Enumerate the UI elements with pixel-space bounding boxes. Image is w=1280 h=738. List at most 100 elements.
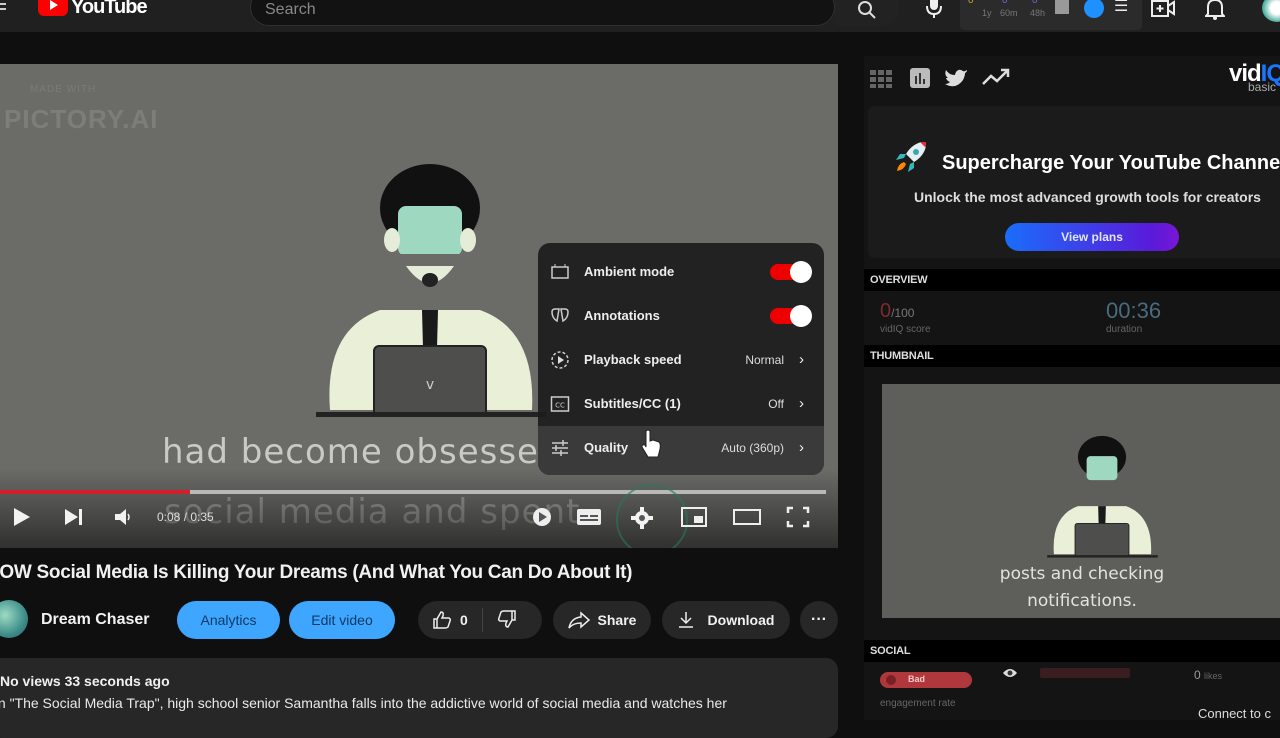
stat-48h-label: 48h <box>1030 8 1046 18</box>
vidiq-panel: vidIQ basic Supercharge Your YouTube Cha… <box>864 56 1280 721</box>
stat-60m-value: 0 <box>1002 0 1008 6</box>
play-button[interactable] <box>12 506 32 533</box>
hand-cursor-icon <box>641 429 661 458</box>
quality-icon <box>552 440 568 456</box>
list-icon[interactable]: ☰ <box>1114 0 1128 16</box>
view-plans-button[interactable]: View plans <box>1005 223 1179 251</box>
account-avatar[interactable] <box>1262 0 1280 22</box>
menu-item-label: Annotations <box>584 308 660 323</box>
like-count: 0 <box>460 612 468 628</box>
duration-label: duration <box>1106 324 1143 335</box>
chevron-right-icon: › <box>799 395 804 412</box>
connect-link[interactable]: Connect to c <box>1198 706 1271 721</box>
video-description: In "The Social Media Trap", high school … <box>0 695 727 711</box>
svg-text:v: v <box>426 377 434 393</box>
menu-item-playback-speed[interactable]: Playback speed Normal › <box>538 338 824 382</box>
trending-icon[interactable] <box>982 68 1010 86</box>
eye-icon <box>1003 669 1017 677</box>
download-icon <box>678 612 693 628</box>
click-ripple <box>616 484 688 548</box>
more-icon: ··· <box>811 611 827 628</box>
settings-menu: Ambient mode Annotations Playback speed … <box>538 243 824 475</box>
fullscreen-button[interactable] <box>786 506 810 533</box>
watermark-small: MADE WITH <box>30 84 97 95</box>
menu-item-ambient-mode[interactable]: Ambient mode <box>538 250 824 294</box>
thumbnail-illustration <box>1047 435 1158 558</box>
stats-icon[interactable] <box>910 68 930 88</box>
menu-item-label: Subtitles/CC (1) <box>584 396 681 411</box>
search-icon <box>858 1 876 19</box>
video-subtitle-line1: had become obsesse <box>162 432 539 472</box>
download-button[interactable]: Download <box>662 601 790 639</box>
chevron-right-icon: › <box>799 439 804 456</box>
dislike-button[interactable] <box>497 609 517 632</box>
menu-item-label: Playback speed <box>584 352 682 367</box>
redacted-stat <box>1040 668 1130 678</box>
channel-name[interactable]: Dream Chaser <box>41 611 150 629</box>
download-label: Download <box>707 612 775 628</box>
grid-icon[interactable] <box>870 70 892 88</box>
score-label: vidIQ score <box>880 324 931 335</box>
divider <box>481 608 483 632</box>
engagement-badge: Bad <box>880 672 972 688</box>
thumbnail-subtitle-line2: notifications. <box>1027 591 1137 611</box>
vidiq-score: 0/100 <box>880 300 914 323</box>
vidiq-chart-icon[interactable] <box>1055 0 1069 14</box>
time-display: 0:08 / 0:35 <box>157 510 214 524</box>
menu-item-subtitles[interactable]: CC Subtitles/CC (1) Off › <box>538 382 824 426</box>
youtube-logo-text[interactable]: YouTube <box>71 0 148 19</box>
like-button[interactable]: 0 <box>432 610 468 630</box>
score-value: 0 <box>880 300 892 322</box>
create-video-icon[interactable] <box>1151 0 1175 23</box>
likes-count: 0 <box>1194 668 1201 682</box>
share-button[interactable]: Share <box>553 601 651 639</box>
share-icon <box>567 611 590 629</box>
vidiq-tier: basic <box>1247 80 1276 94</box>
stat-1y-label: 1y <box>982 8 992 18</box>
subtitles-icon: CC <box>550 396 570 412</box>
more-actions-button[interactable]: ··· <box>800 601 838 639</box>
thumbnail-subtitle-line1: posts and checking <box>999 564 1165 584</box>
next-button[interactable] <box>64 506 84 533</box>
notifications-bell-icon[interactable] <box>1203 0 1227 25</box>
menu-item-label: Ambient mode <box>584 264 675 279</box>
menu-item-label: Quality <box>584 440 629 455</box>
youtube-logo-icon[interactable] <box>38 0 68 16</box>
vidiq-badge-icon[interactable] <box>1084 0 1104 18</box>
annotations-toggle[interactable] <box>770 305 812 327</box>
stat-48h-value: 0 <box>1032 0 1038 6</box>
rocket-icon <box>896 142 926 172</box>
vidiq-stats-bar[interactable]: 0 1y 0 60m 0 48h ☰ <box>960 0 1142 30</box>
edit-video-button[interactable]: Edit video <box>289 601 395 639</box>
annotations-icon <box>551 308 569 323</box>
promo-subtitle: Unlock the most advanced growth tools fo… <box>914 189 1261 205</box>
thumbnail-preview[interactable]: posts and checking notifications. <box>882 384 1280 618</box>
microphone-icon[interactable] <box>926 0 942 23</box>
search-input[interactable]: Search <box>250 0 835 26</box>
menu-item-value: Normal <box>745 353 784 367</box>
video-meta: No views 33 seconds ago <box>0 673 170 689</box>
video-illustration: v <box>316 164 546 417</box>
search-button[interactable] <box>835 0 899 26</box>
ambient-mode-icon <box>551 264 569 279</box>
thumbnail-header: THUMBNAIL <box>864 345 1280 367</box>
twitter-icon[interactable] <box>944 68 968 88</box>
ambient-mode-toggle[interactable] <box>770 261 812 283</box>
channel-avatar[interactable] <box>0 600 28 638</box>
menu-item-annotations[interactable]: Annotations <box>538 294 824 338</box>
stat-1y-value: 0 <box>968 0 974 6</box>
engagement-label: engagement rate <box>880 698 956 709</box>
miniplayer-button[interactable] <box>681 506 707 533</box>
volume-button[interactable] <box>114 506 132 533</box>
subtitles-button[interactable] <box>576 506 602 533</box>
score-max: /100 <box>891 306 915 320</box>
menu-icon[interactable] <box>0 0 10 16</box>
menu-item-quality[interactable]: Quality Auto (360p) › <box>538 426 824 475</box>
stat-60m-label: 60m <box>1000 8 1018 18</box>
theater-mode-button[interactable] <box>733 506 761 533</box>
autoplay-toggle[interactable] <box>530 506 554 533</box>
playback-speed-icon <box>551 351 569 369</box>
thumbs-up-icon <box>433 611 452 629</box>
analytics-button[interactable]: Analytics <box>177 601 280 639</box>
likes-stat: 0 likes <box>1194 668 1222 682</box>
